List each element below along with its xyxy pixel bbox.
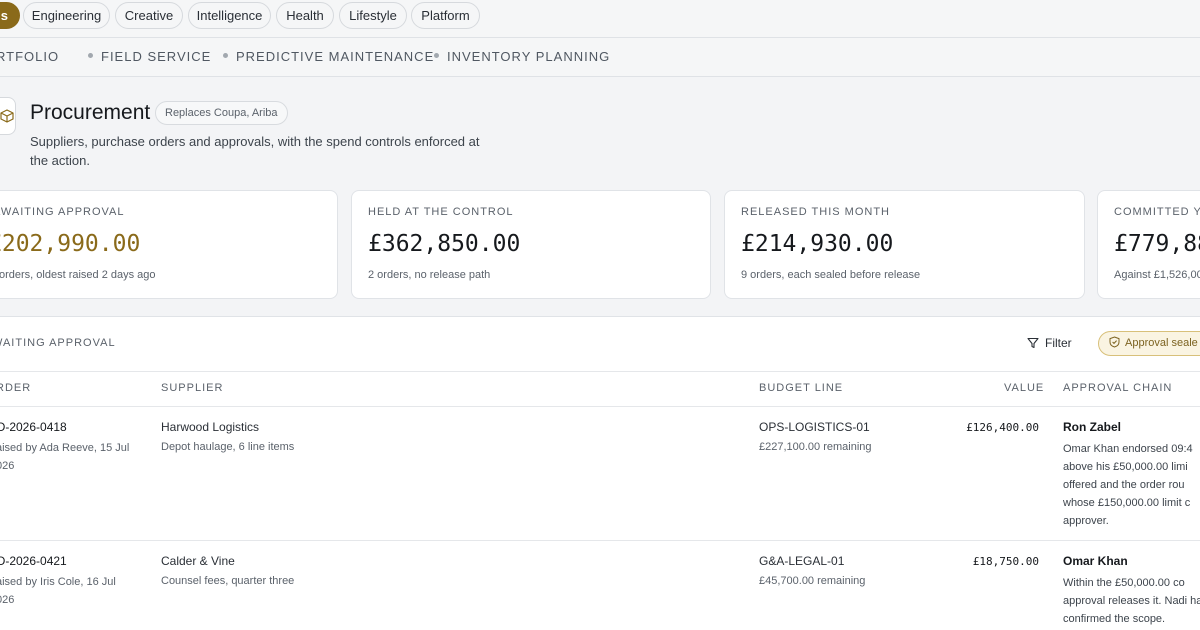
budget-line: OPS-LOGISTICS-01: [759, 420, 870, 434]
bullet-icon: [223, 53, 228, 59]
stat-value: £202,990.00: [0, 231, 141, 257]
page-description: Suppliers, purchase orders and approvals…: [30, 134, 480, 168]
stat-value: £214,930.00: [741, 231, 894, 257]
filter-label: Filter: [1045, 336, 1072, 350]
seal-label: Approval seale: [1125, 337, 1198, 349]
stat-label: COMMITTED YE: [1114, 206, 1200, 218]
nav-item-field-service[interactable]: FIELD SERVICE: [88, 49, 211, 64]
nav-item-label: PREDICTIVE MAINTENANCE: [236, 49, 435, 64]
order-raised-by: aised by Ada Reeve, 15 Jul 026: [0, 442, 130, 472]
column-header-approval-chain: APPROVAL CHAIN: [1063, 382, 1173, 394]
approval-chain-note: Omar Khan endorsed 09:4 above his £50,00…: [1063, 443, 1193, 527]
order-value: £126,400.00: [966, 421, 1039, 434]
column-header-order: RDER: [0, 382, 32, 394]
approver-name: Ron Zabel: [1063, 420, 1122, 434]
module-nav: RTFOLIO FIELD SERVICE PREDICTIVE MAINTEN…: [0, 38, 1200, 77]
stat-card-awaiting: AWAITING APPROVAL £202,990.00 orders, ol…: [0, 190, 338, 299]
filter-button[interactable]: Filter: [1027, 336, 1072, 350]
category-chip-engineering[interactable]: Engineering: [23, 2, 110, 29]
category-chip-platform[interactable]: Platform: [411, 2, 480, 29]
nav-item-label: FIELD SERVICE: [101, 49, 212, 64]
replaces-badge: Replaces Coupa, Ariba: [155, 101, 288, 125]
stat-subtext: 2 orders, no release path: [368, 269, 491, 281]
page-title: Procurement: [30, 101, 151, 124]
stat-subtext: orders, oldest raised 2 days ago: [0, 269, 156, 281]
supplier-name: Harwood Logistics: [161, 420, 260, 434]
stat-value: £779,88: [1114, 231, 1200, 257]
shield-check-icon: [1109, 336, 1120, 348]
nav-item-label: RTFOLIO: [0, 49, 60, 64]
column-header-budget-line: BUDGET LINE: [759, 382, 844, 394]
stat-label: HELD AT THE CONTROL: [368, 206, 514, 218]
box-icon: [0, 97, 16, 135]
table-title: WAITING APPROVAL: [0, 337, 116, 349]
supplier-detail: Depot haulage, 6 line items: [161, 441, 295, 453]
stat-label: AWAITING APPROVAL: [0, 206, 125, 218]
category-chip-health[interactable]: Health: [276, 2, 334, 29]
category-chip-intelligence[interactable]: Intelligence: [188, 2, 271, 29]
nav-item-portfolio[interactable]: RTFOLIO: [0, 49, 59, 64]
table-row[interactable]: O-2026-0421 aised by Iris Cole, 16 Jul 0…: [0, 541, 1200, 630]
nav-item-label: INVENTORY PLANNING: [447, 49, 611, 64]
budget-line: G&A-LEGAL-01: [759, 554, 845, 568]
divider: [0, 371, 1200, 372]
order-id: O-2026-0418: [0, 420, 67, 434]
category-chip-creative[interactable]: Creative: [115, 2, 183, 29]
stat-card-held: HELD AT THE CONTROL £362,850.00 2 orders…: [351, 190, 711, 299]
order-id: O-2026-0421: [0, 554, 67, 568]
filter-icon: [1027, 337, 1039, 348]
stat-card-released: RELEASED THIS MONTH £214,930.00 9 orders…: [724, 190, 1085, 299]
category-chip-lifestyle[interactable]: Lifestyle: [339, 2, 407, 29]
supplier-detail: Counsel fees, quarter three: [161, 575, 295, 587]
category-bar: s Engineering Creative Intelligence Heal…: [0, 0, 1200, 38]
stat-subtext: 9 orders, each sealed before release: [741, 269, 921, 281]
category-chip-active[interactable]: s: [0, 2, 20, 29]
approval-table-panel: WAITING APPROVAL Filter Approval seale R…: [0, 316, 1200, 630]
bullet-icon: [434, 53, 439, 59]
budget-remaining: £45,700.00 remaining: [759, 575, 866, 587]
stat-value: £362,850.00: [368, 231, 521, 257]
nav-item-predictive-maintenance[interactable]: PREDICTIVE MAINTENANCE: [223, 49, 434, 64]
nav-item-inventory-planning[interactable]: INVENTORY PLANNING: [434, 49, 610, 64]
column-header-value: VALUE: [1004, 382, 1045, 394]
bullet-icon: [88, 53, 93, 59]
supplier-name: Calder & Vine: [161, 554, 235, 568]
budget-remaining: £227,100.00 remaining: [759, 441, 872, 453]
stat-subtext: Against £1,526,00: [1114, 269, 1200, 281]
stat-label: RELEASED THIS MONTH: [741, 206, 890, 218]
table-row[interactable]: O-2026-0418 aised by Ada Reeve, 15 Jul 0…: [0, 407, 1200, 540]
approval-sealed-badge[interactable]: Approval seale: [1098, 331, 1200, 356]
order-raised-by: aised by Iris Cole, 16 Jul 026: [0, 576, 116, 606]
approver-name: Omar Khan: [1063, 554, 1128, 568]
stat-card-committed: COMMITTED YE £779,88 Against £1,526,00: [1097, 190, 1200, 299]
column-header-supplier: SUPPLIER: [161, 382, 224, 394]
approval-chain-note: Within the £50,000.00 co approval releas…: [1063, 577, 1200, 625]
order-value: £18,750.00: [972, 555, 1039, 568]
